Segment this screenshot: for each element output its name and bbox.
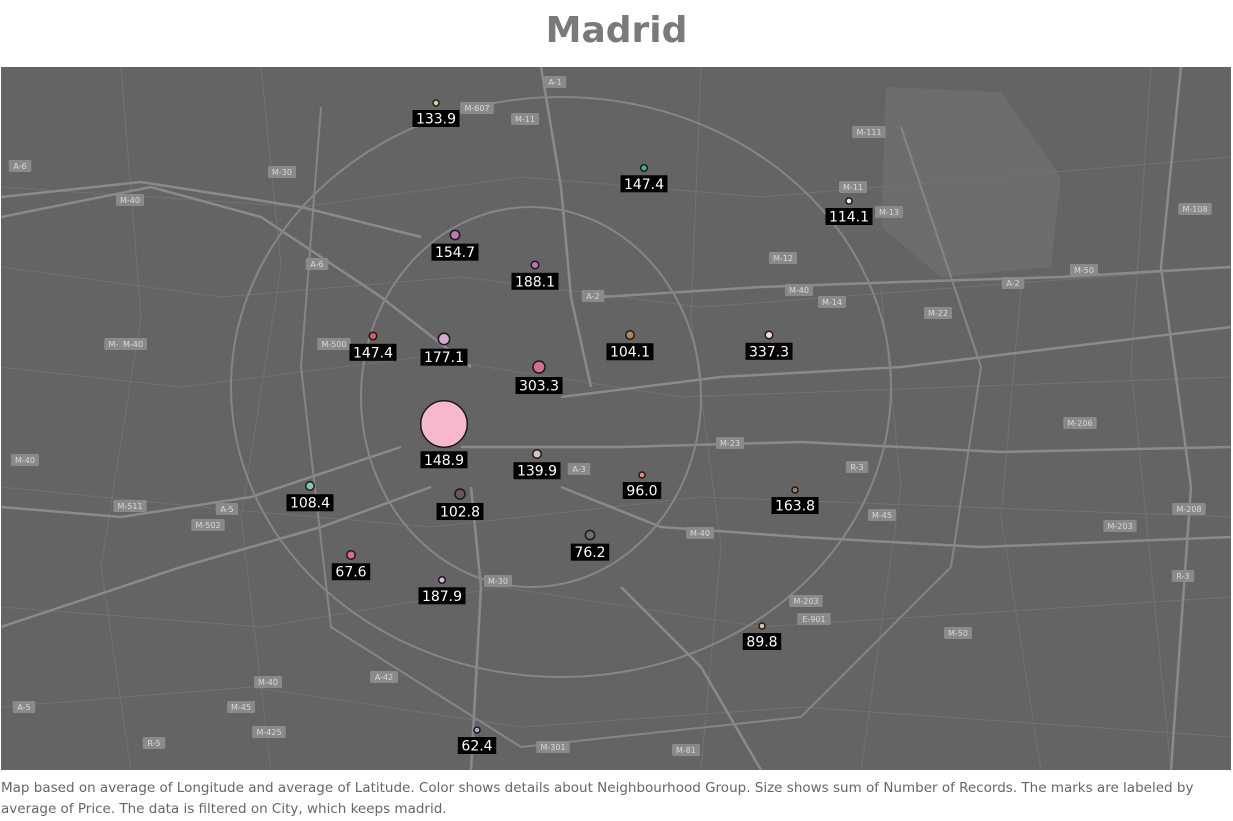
road-shield-label: M-23	[720, 439, 740, 448]
neighbourhood-mark[interactable]	[432, 99, 440, 107]
road-shield-label: A-2	[586, 292, 599, 301]
neighbourhood-mark[interactable]	[532, 449, 542, 459]
mark-price-label: 108.4	[290, 496, 330, 512]
road-shield-label: M-30	[488, 577, 508, 586]
minor-streets	[1, 67, 1231, 770]
neighbourhood-mark[interactable]	[437, 332, 451, 346]
neighbourhood-mark[interactable]	[449, 229, 461, 241]
mark-price-label: 154.7	[435, 245, 475, 261]
road-shield-label: M-40	[123, 340, 143, 349]
neighbourhood-mark[interactable]	[368, 331, 378, 341]
mark-price-label: 96.0	[626, 484, 657, 500]
neighbourhood-mark[interactable]	[791, 486, 799, 494]
road-shield-label: M-206	[1067, 419, 1092, 428]
road-shield-label: M-607	[464, 104, 489, 113]
road-shield-label: A-5	[220, 505, 233, 514]
mark-price-label: 67.6	[335, 565, 366, 581]
mark-price-label: 89.8	[746, 635, 777, 651]
road-shield-label: M-425	[256, 728, 281, 737]
mark-price-label: 147.4	[353, 345, 393, 361]
map-canvas[interactable]: A-1 M-607 M-11 M-30 M-40 A-6 M-111 M-11 M-13 M-10…	[1, 67, 1231, 770]
mark-price-label: 337.3	[749, 344, 789, 360]
road-shield-label: A-6	[13, 162, 26, 171]
neighbourhood-mark[interactable]	[638, 471, 646, 479]
road-shield-label: M-50	[948, 629, 968, 638]
road-shield-label: M-40	[15, 456, 35, 465]
road-shield-label: E-901	[802, 615, 825, 624]
road-shield-label: M-40	[258, 678, 278, 687]
road-shield-label: M-108	[1182, 205, 1207, 214]
mark-price-label: 76.2	[574, 545, 605, 561]
neighbourhood-mark[interactable]	[346, 550, 356, 560]
mark-price-label: 177.1	[424, 350, 464, 366]
mark-price-label: 147.4	[624, 177, 664, 193]
neighbourhood-mark[interactable]	[584, 529, 596, 541]
road-shield-label: M-500	[321, 340, 346, 349]
neighbourhood-mark[interactable]	[473, 726, 481, 734]
neighbourhood-mark[interactable]	[532, 360, 546, 374]
road-shield-label: M-40	[120, 196, 140, 205]
road-shield-label: M-203	[793, 597, 818, 606]
mark-price-label: 114.1	[829, 210, 869, 226]
mark-price-label: 62.4	[461, 739, 492, 755]
ring-roads	[230, 96, 983, 749]
road-shield-label: M-11	[843, 183, 863, 192]
road-shield-label: M-30	[272, 168, 292, 177]
road-shield-label: M-11	[515, 115, 535, 124]
road-shield-label: M-81	[676, 746, 696, 755]
neighbourhood-mark[interactable]	[437, 575, 447, 585]
road-shield-label: M-50	[1074, 266, 1094, 275]
mark-price-label: 104.1	[610, 345, 650, 361]
airport-area	[881, 87, 1061, 277]
mark-price-label: 139.9	[517, 464, 557, 480]
neighbourhood-mark[interactable]	[625, 330, 635, 340]
road-shield-label: M-208	[1176, 505, 1201, 514]
mark-price-label: 148.9	[424, 453, 464, 469]
road-shield-label: M-14	[822, 298, 842, 307]
mark-price-label: 133.9	[416, 112, 456, 128]
road-shield-label: M-502	[195, 521, 220, 530]
road-shield-label: A-2	[1006, 279, 1019, 288]
map-caption: Map based on average of Longitude and av…	[1, 780, 1194, 817]
neighbourhood-mark[interactable]	[639, 163, 649, 173]
neighbourhood-mark[interactable]	[530, 260, 540, 270]
road-shield-label: R-5	[147, 739, 160, 748]
road-shield-label: A-42	[375, 673, 393, 682]
road-shield-label: M-203	[1107, 522, 1132, 531]
neighbourhood-mark[interactable]	[419, 399, 469, 449]
neighbourhood-mark[interactable]	[305, 481, 315, 491]
road-shield-label: A-5	[17, 703, 30, 712]
mark-price-label: 188.1	[515, 274, 555, 290]
road-shield-label: M-12	[773, 254, 793, 263]
road-shield-label: M-22	[928, 309, 948, 318]
road-shield-label: M-45	[872, 511, 892, 520]
road-shield-label: A-6	[310, 260, 323, 269]
mark-labels: 133.9 147.4 114.1 154.7 188.1 147.4 177.1 104.1…	[286, 110, 873, 755]
neighbourhood-mark[interactable]	[845, 197, 853, 205]
road-shield-label: M-13	[879, 208, 899, 217]
neighbourhood-mark[interactable]	[764, 330, 774, 340]
road-shield-label: A-1	[548, 78, 561, 87]
mark-price-label: 303.3	[519, 379, 559, 395]
neighbourhood-mark[interactable]	[758, 622, 766, 630]
mark-price-label: 102.8	[440, 505, 480, 521]
road-shield-label: R-3	[850, 463, 863, 472]
mark-price-label: 163.8	[775, 499, 815, 515]
neighbourhood-mark[interactable]	[454, 488, 466, 500]
road-shield-label: M-111	[856, 128, 881, 137]
mark-price-label: 187.9	[422, 589, 462, 605]
road-shield-label: M-301	[540, 743, 565, 752]
road-shield-label: M-40	[789, 286, 809, 295]
road-shield-label: R-3	[1176, 572, 1189, 581]
road-shield-label: M-45	[231, 703, 251, 712]
map-title: Madrid	[545, 10, 688, 51]
road-shield-label: M-511	[117, 502, 142, 511]
map-view[interactable]: A-1 M-607 M-11 M-30 M-40 A-6 M-111 M-11 M-13 M-10…	[1, 67, 1231, 770]
road-shield-label: A-3	[572, 465, 585, 474]
road-shield-label: M-40	[690, 529, 710, 538]
